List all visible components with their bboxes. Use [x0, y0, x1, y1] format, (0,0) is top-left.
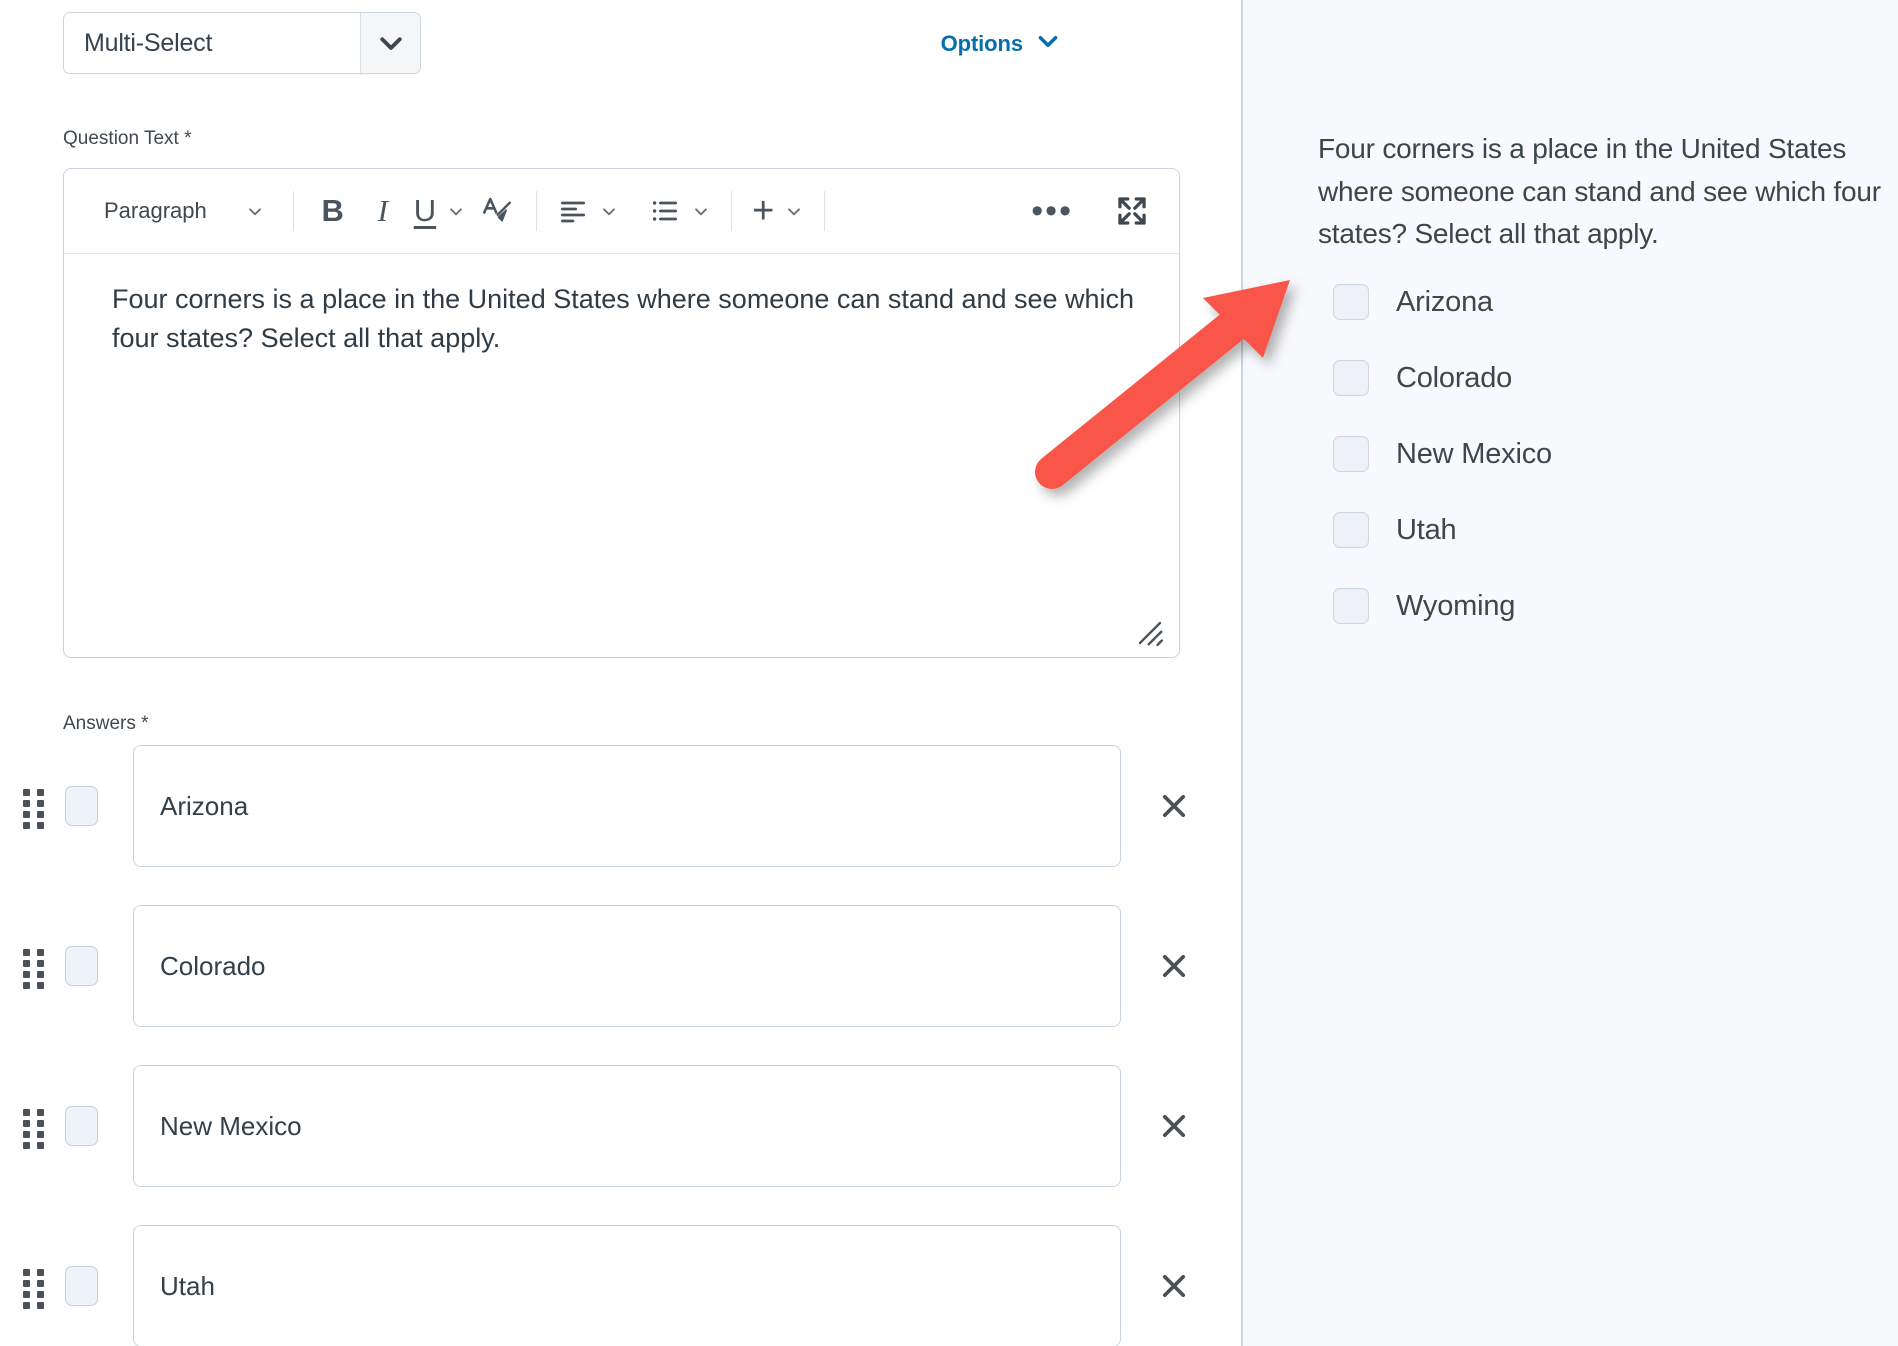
question-text-editor[interactable]: Paragraph B I U + ••• Four corners is a … — [63, 168, 1180, 658]
chevron-down-icon[interactable] — [360, 13, 420, 73]
remove-answer-button[interactable] — [1152, 784, 1196, 828]
preview-option-label: Colorado — [1396, 361, 1513, 394]
answer-correct-checkbox[interactable] — [65, 946, 98, 986]
answer-correct-checkbox[interactable] — [65, 1266, 98, 1306]
preview-option-checkbox[interactable] — [1333, 588, 1369, 624]
answers-label: Answers * — [63, 713, 149, 734]
answer-row: Arizona — [0, 745, 1241, 867]
chevron-down-icon — [245, 201, 265, 221]
underline-label: U — [413, 193, 437, 228]
preview-option-checkbox[interactable] — [1333, 436, 1369, 472]
preview-option-label: Arizona — [1396, 285, 1493, 318]
preview-option[interactable]: Arizona — [1333, 284, 1493, 320]
bulleted-list-button[interactable] — [643, 183, 717, 239]
editor-pane: Multi-Select Options Question Text * Ans… — [0, 0, 1241, 1346]
chevron-down-icon[interactable] — [691, 201, 711, 221]
underline-button[interactable]: U — [408, 183, 472, 239]
options-label: Options — [940, 31, 1024, 56]
drag-handle-icon[interactable] — [23, 789, 45, 829]
editor-toolbar: Paragraph B I U + ••• — [64, 169, 1179, 254]
answer-row: New Mexico — [0, 1065, 1241, 1187]
answer-row: Colorado — [0, 905, 1241, 1027]
chevron-down-icon — [1035, 28, 1061, 60]
preview-option-label: Utah — [1396, 513, 1457, 546]
answer-row: Utah — [0, 1225, 1241, 1346]
preview-option-checkbox[interactable] — [1333, 284, 1369, 320]
preview-question-text: Four corners is a place in the United St… — [1318, 133, 1881, 250]
answer-text-input[interactable]: Colorado — [133, 905, 1121, 1027]
paragraph-group — [551, 183, 717, 239]
more-options-icon[interactable]: ••• — [1025, 183, 1079, 239]
preview-option-label: Wyoming — [1396, 589, 1516, 622]
chevron-down-icon[interactable] — [446, 201, 466, 221]
question-type-select[interactable]: Multi-Select — [63, 12, 421, 74]
remove-answer-button[interactable] — [1152, 1264, 1196, 1308]
remove-answer-button[interactable] — [1152, 944, 1196, 988]
answer-correct-checkbox[interactable] — [65, 786, 98, 826]
toolbar-divider — [536, 191, 538, 231]
question-preview-pane: Four corners is a place in the United St… — [1243, 0, 1898, 1346]
drag-handle-icon[interactable] — [23, 1109, 45, 1149]
answer-text-input[interactable]: New Mexico — [133, 1065, 1121, 1187]
align-button[interactable] — [551, 183, 625, 239]
question-text-label: Question Text * — [63, 128, 192, 149]
plus-icon: + — [752, 190, 775, 232]
options-toggle[interactable]: Options — [941, 28, 1061, 60]
bold-button[interactable]: B — [308, 183, 358, 239]
remove-answer-button[interactable] — [1152, 1104, 1196, 1148]
toolbar-divider — [824, 191, 826, 231]
toolbar-divider — [731, 191, 733, 231]
fullscreen-icon[interactable] — [1107, 183, 1157, 239]
preview-option[interactable]: Utah — [1333, 512, 1457, 548]
answer-text-input[interactable]: Utah — [133, 1225, 1121, 1346]
question-editor-screen: Multi-Select Options Question Text * Ans… — [0, 0, 1898, 1346]
question-type-value: Multi-Select — [84, 28, 213, 57]
preview-option-checkbox[interactable] — [1333, 360, 1369, 396]
toolbar-divider — [292, 191, 294, 231]
preview-option-checkbox[interactable] — [1333, 512, 1369, 548]
text-color-button[interactable] — [472, 183, 522, 239]
preview-option[interactable]: Wyoming — [1333, 588, 1515, 624]
drag-handle-icon[interactable] — [23, 949, 45, 989]
drag-handle-icon[interactable] — [23, 1269, 45, 1309]
insert-button[interactable]: + — [746, 183, 810, 239]
preview-option[interactable]: Colorado — [1333, 360, 1512, 396]
preview-option[interactable]: New Mexico — [1333, 436, 1552, 472]
paragraph-style-dropdown[interactable]: Paragraph — [90, 183, 279, 239]
paragraph-style-label: Paragraph — [104, 198, 207, 223]
text-format-group: B I U — [308, 183, 522, 239]
answer-text-input[interactable]: Arizona — [133, 745, 1121, 867]
question-text-paragraph: Four corners is a place in the United St… — [112, 284, 1135, 354]
question-text-content[interactable]: Four corners is a place in the United St… — [64, 254, 1179, 657]
answer-correct-checkbox[interactable] — [65, 1106, 98, 1146]
preview-option-label: New Mexico — [1396, 437, 1552, 470]
italic-button[interactable]: I — [358, 183, 408, 239]
chevron-down-icon[interactable] — [599, 201, 619, 221]
chevron-down-icon[interactable] — [784, 201, 804, 221]
resize-grip-icon[interactable] — [1135, 618, 1165, 648]
